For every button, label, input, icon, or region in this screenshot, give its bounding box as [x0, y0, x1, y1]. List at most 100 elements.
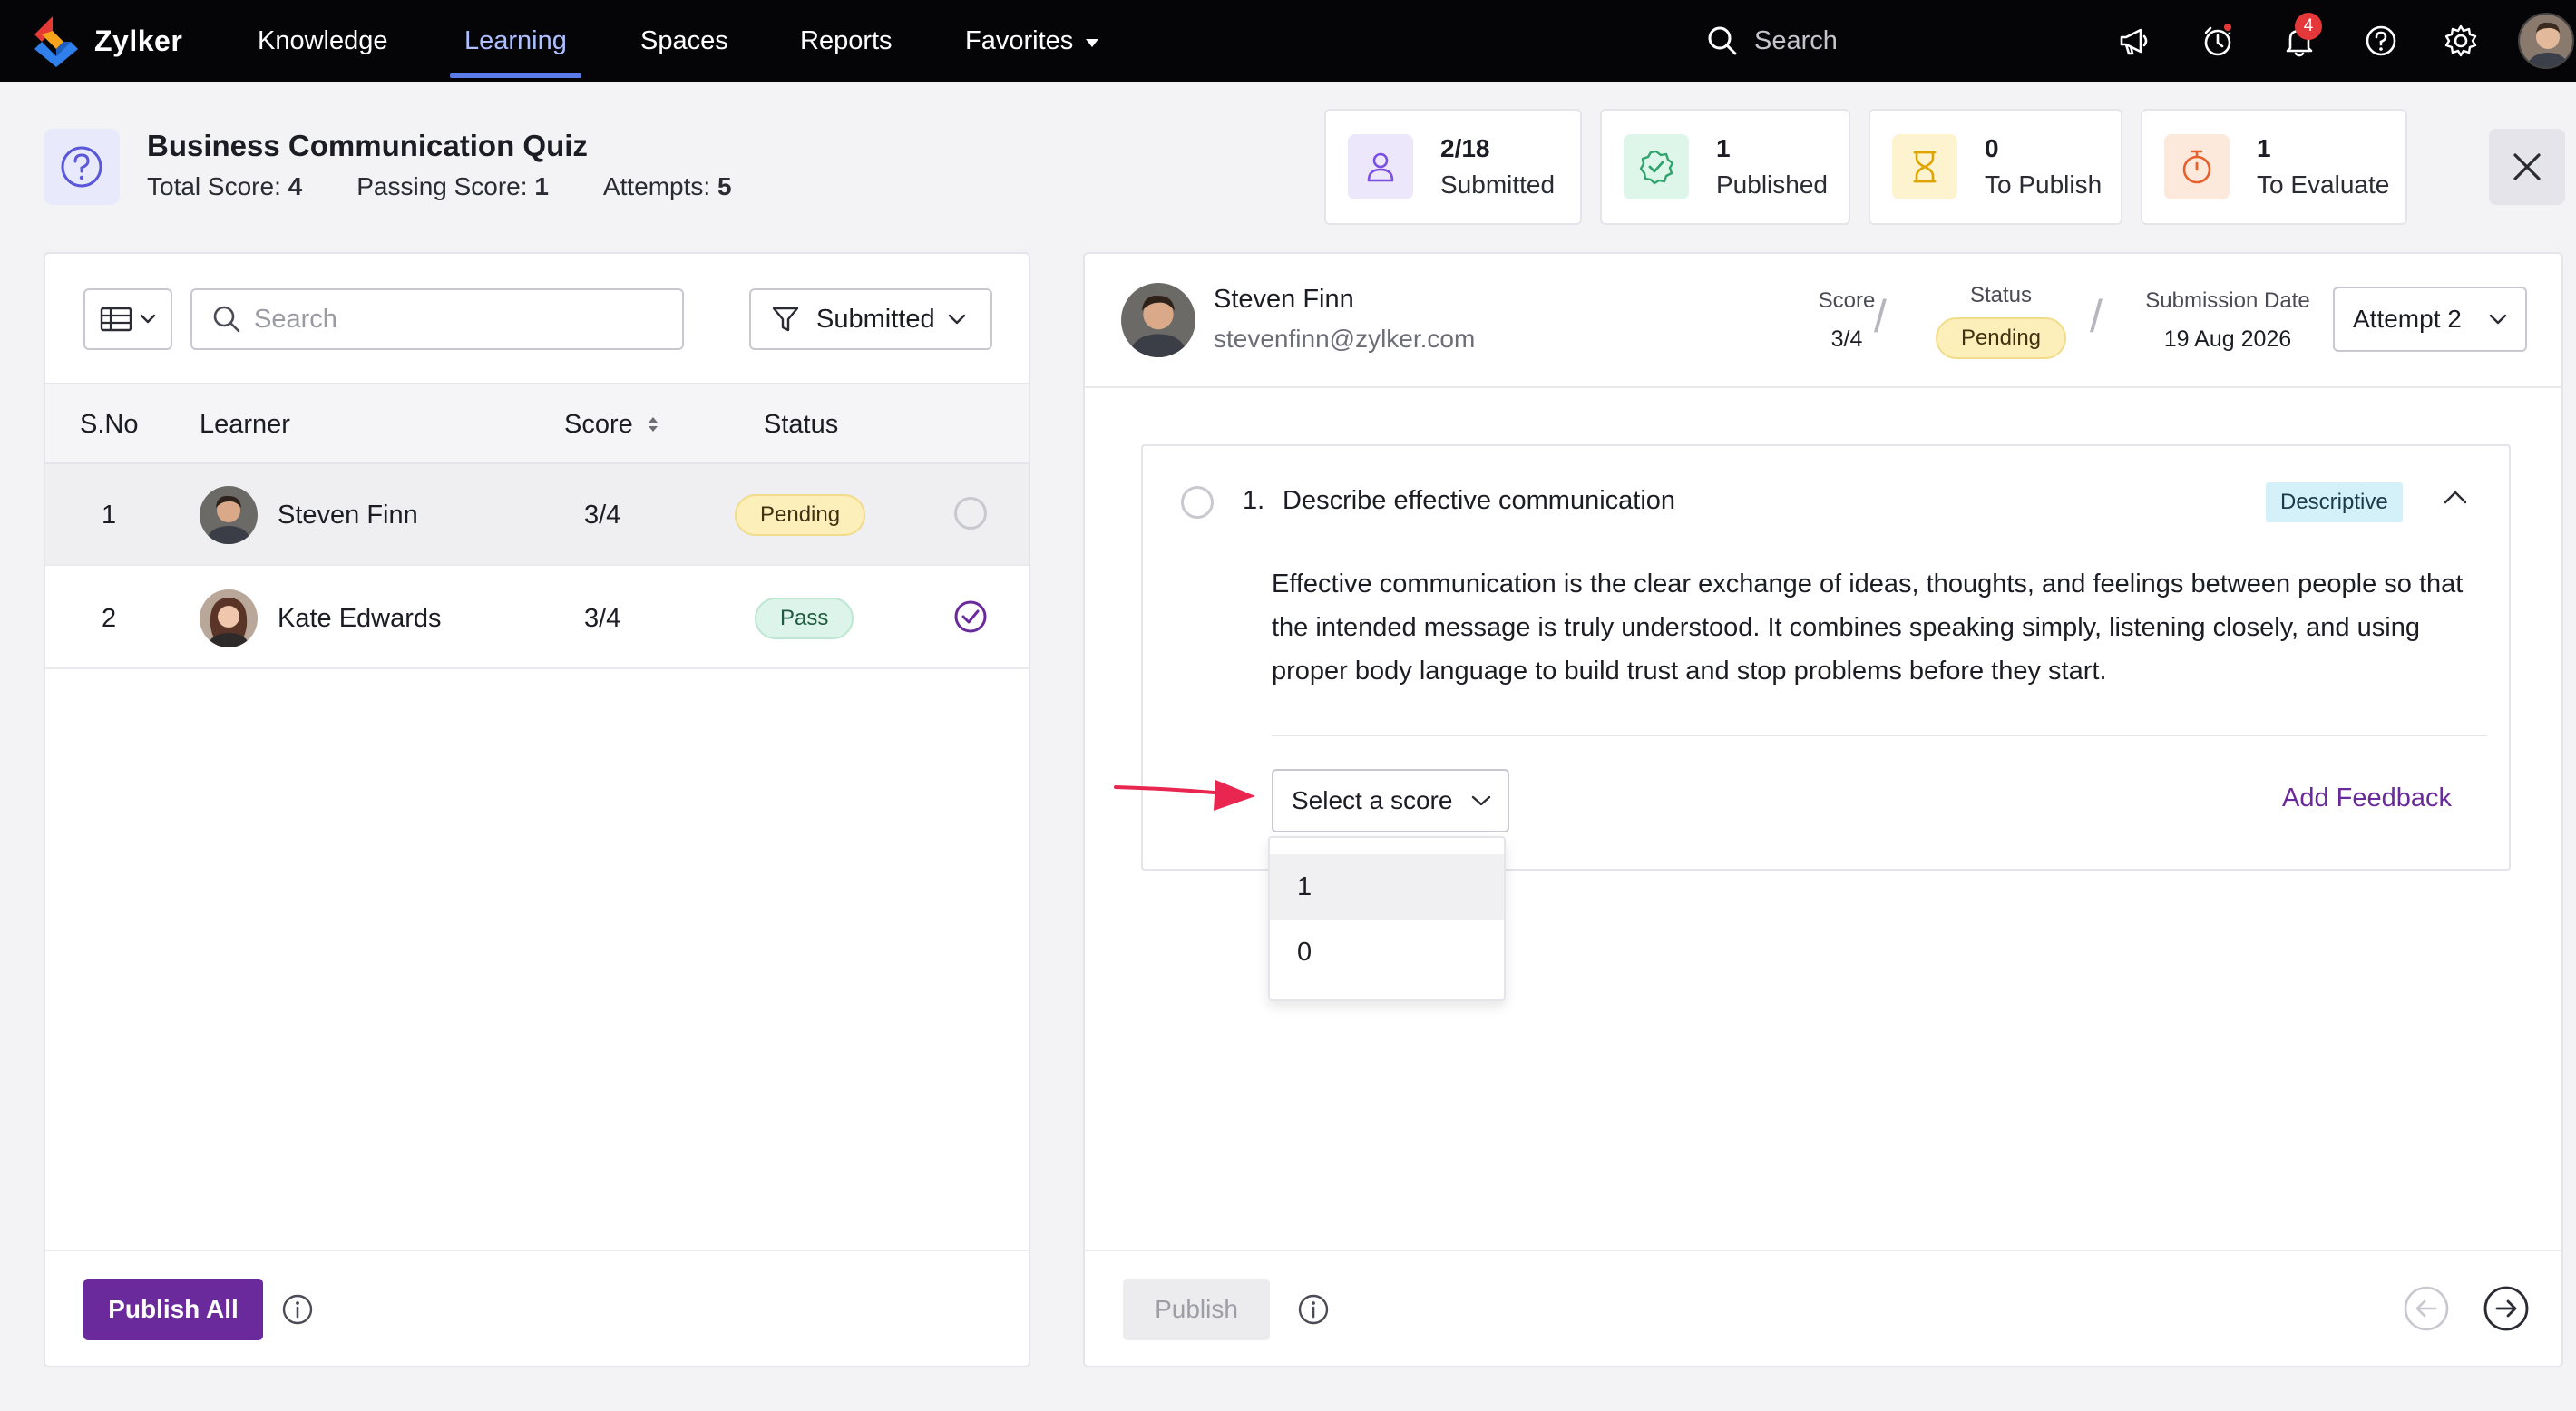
- stat-submitted-label: Submitted: [1440, 170, 1556, 199]
- footer-divider: [1085, 1250, 2561, 1251]
- user-icon: [1367, 152, 1394, 182]
- stat-to-publish[interactable]: 0 To Publish: [1869, 109, 2122, 225]
- next-button[interactable]: [2482, 1284, 2531, 1333]
- user-avatar[interactable]: [2518, 13, 2574, 69]
- table-header: S.No Learner Score Status: [45, 383, 1029, 464]
- meta-score: Score 3/4: [1774, 288, 1919, 353]
- meta-status-label: Status: [1969, 283, 2033, 307]
- nav-reports[interactable]: Reports: [800, 0, 893, 82]
- view-toggle-button[interactable]: [83, 288, 172, 350]
- stat-icon-box: [2164, 134, 2230, 199]
- stat-to-evaluate-num: 1: [2257, 134, 2271, 162]
- stopwatch-icon: [2182, 150, 2211, 184]
- status-badge: Pending: [1935, 317, 2067, 359]
- learner-photo-icon: [1121, 283, 1195, 357]
- nav-learning[interactable]: Learning: [450, 0, 581, 82]
- col-score-label: Score: [564, 409, 633, 439]
- learner-photo-icon: [200, 589, 258, 647]
- nav-spaces[interactable]: Spaces: [640, 0, 728, 82]
- avatar: [200, 486, 258, 544]
- chevron-up-icon[interactable]: [2444, 490, 2467, 504]
- meta-status-wrap: Pending: [1910, 317, 2092, 359]
- notification-count-badge: 4: [2295, 13, 2322, 40]
- check-badge-icon: [1639, 150, 1674, 185]
- user-photo-icon: [2520, 15, 2572, 67]
- stat-icon-box: [1348, 134, 1413, 199]
- learner-search[interactable]: [190, 288, 684, 350]
- info-icon[interactable]: [281, 1293, 314, 1326]
- top-navigation: Zylker Knowledge Learning Spaces Reports…: [0, 0, 2576, 82]
- chevron-down-icon: [948, 314, 965, 325]
- stat-submitted-num: 2/18: [1440, 134, 1490, 162]
- row-status: Pending: [735, 464, 866, 566]
- settings-button[interactable]: [2438, 18, 2483, 63]
- nav-favorites[interactable]: Favorites: [965, 0, 1099, 82]
- score-select[interactable]: Select a score: [1272, 769, 1509, 832]
- stat-published[interactable]: 1 Published: [1600, 109, 1850, 225]
- row-score: 3/4: [584, 603, 621, 633]
- question-card: 1. Describe effective communication Desc…: [1141, 444, 2511, 871]
- notifications-button[interactable]: 4: [2277, 13, 2322, 63]
- stat-submitted[interactable]: 2/18 Submitted: [1324, 109, 1582, 225]
- stat-to-publish-num: 0: [1985, 134, 1999, 162]
- close-button[interactable]: [2489, 129, 2565, 205]
- caret-down-icon: [1086, 38, 1099, 47]
- arrow-left-icon: [2404, 1286, 2449, 1331]
- published-check-icon[interactable]: [952, 598, 989, 635]
- answer-text: Effective communication is the clear exc…: [1272, 569, 2464, 686]
- row-status: Pass: [755, 568, 854, 669]
- stat-published-label: Published: [1716, 170, 1828, 199]
- close-icon: [2513, 153, 2541, 180]
- question-select-radio[interactable]: [1181, 486, 1214, 519]
- col-learner: Learner: [200, 409, 290, 439]
- meta-date-label: Submission Date: [2145, 288, 2310, 313]
- stat-to-evaluate-label: To Evaluate: [2257, 170, 2390, 199]
- row-learner: Steven Finn: [200, 464, 418, 566]
- meta-separator: /: [2090, 291, 2103, 342]
- status-filter-select[interactable]: Submitted: [749, 288, 992, 350]
- global-search[interactable]: Search: [1707, 20, 1838, 62]
- learner-name: Steven Finn: [278, 500, 418, 530]
- nav-favorites-label: Favorites: [965, 25, 1074, 55]
- brand-name: Zylker: [94, 24, 183, 57]
- page-title: Business Communication Quiz: [147, 129, 588, 162]
- brand[interactable]: Zylker: [25, 9, 182, 73]
- megaphone-icon: [2120, 28, 2148, 55]
- publish-button[interactable]: Publish: [1123, 1279, 1270, 1340]
- add-feedback-link[interactable]: Add Feedback: [2282, 783, 2452, 813]
- meta-submission-date: Submission Date 19 Aug 2026: [2137, 288, 2318, 353]
- score-option-1[interactable]: 1: [1270, 854, 1504, 920]
- info-icon[interactable]: [1297, 1293, 1330, 1326]
- learner-photo-icon: [200, 486, 258, 544]
- row-select-radio[interactable]: [954, 497, 987, 530]
- table-row[interactable]: 2 Kate Edwards 3/4 Pass: [45, 568, 1029, 669]
- arrow-right-icon: [2483, 1286, 2529, 1331]
- submission-detail-panel: Steven Finn stevenfinn@zylker.com Score …: [1083, 252, 2563, 1367]
- quiz-icon-box: [44, 129, 120, 205]
- col-sno: S.No: [80, 409, 139, 439]
- meta-score-label: Score: [1818, 288, 1876, 313]
- previous-button[interactable]: [2402, 1284, 2451, 1333]
- learner-search-input[interactable]: [254, 304, 653, 335]
- nav-knowledge[interactable]: Knowledge: [258, 0, 388, 82]
- meta-status: Status Pending: [1910, 283, 2092, 359]
- help-button[interactable]: [2358, 18, 2404, 63]
- footer-divider: [45, 1250, 1029, 1251]
- col-score[interactable]: Score: [564, 384, 660, 464]
- global-search-placeholder: Search: [1754, 25, 1838, 55]
- question-type-badge: Descriptive: [2266, 482, 2403, 522]
- timer-button[interactable]: [2195, 18, 2240, 63]
- stat-to-evaluate[interactable]: 1 To Evaluate: [2141, 109, 2407, 225]
- row-score: 3/4: [584, 500, 621, 530]
- chevron-down-icon: [1471, 795, 1491, 806]
- announcements-button[interactable]: [2112, 18, 2157, 63]
- publish-all-button[interactable]: Publish All: [83, 1279, 263, 1340]
- search-icon: [1708, 26, 1737, 55]
- score-option-0[interactable]: 0: [1270, 920, 1504, 985]
- table-row[interactable]: 1 Steven Finn 3/4 Pending: [45, 464, 1029, 566]
- avatar: [200, 589, 258, 647]
- quiz-meta: Total Score: 4 Passing Score: 1 Attempts…: [147, 172, 732, 201]
- attempt-select[interactable]: Attempt 2: [2333, 287, 2527, 352]
- row-learner: Kate Edwards: [200, 568, 442, 669]
- stat-published-num: 1: [1716, 134, 1731, 162]
